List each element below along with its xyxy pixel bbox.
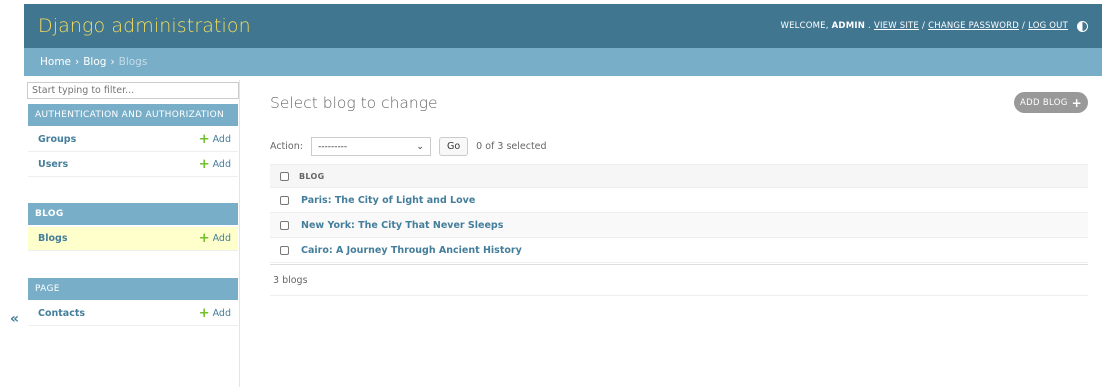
- header-bar: Django administration WELCOME, ADMIN. VI…: [24, 4, 1102, 48]
- page-title: Select blog to change: [270, 94, 438, 112]
- blog-link[interactable]: Cairo: A Journey Through Ancient History: [301, 245, 522, 256]
- table-header: BLOG: [270, 164, 1088, 188]
- collapse-sidebar-icon[interactable]: «: [10, 311, 19, 327]
- sidebar-item-groups[interactable]: Groups + Add: [28, 128, 238, 152]
- log-out-link[interactable]: LOG OUT: [1028, 21, 1068, 31]
- sidebar-item-users[interactable]: Users + Add: [28, 153, 238, 177]
- model-name[interactable]: Blogs: [38, 233, 67, 244]
- action-select[interactable]: --------- ⌄: [310, 137, 431, 156]
- theme-toggle-icon[interactable]: [1077, 20, 1088, 32]
- action-label: Action:: [270, 141, 303, 152]
- blog-link[interactable]: New York: The City That Never Sleeps: [301, 220, 503, 231]
- breadcrumb-home[interactable]: Home: [40, 56, 71, 68]
- go-button[interactable]: Go: [438, 137, 469, 156]
- model-name[interactable]: Contacts: [38, 308, 85, 319]
- model-name[interactable]: Users: [38, 159, 68, 170]
- add-blogs-link[interactable]: + Add: [198, 230, 231, 246]
- plus-icon: +: [198, 230, 210, 246]
- model-name[interactable]: Groups: [38, 134, 76, 145]
- change-password-link[interactable]: CHANGE PASSWORD: [928, 21, 1019, 31]
- blog-link[interactable]: Paris: The City of Light and Love: [301, 195, 475, 206]
- actions-bar: Action: --------- ⌄ Go 0 of 3 selected: [270, 137, 547, 156]
- user-tools: WELCOME, ADMIN. VIEW SITE / CHANGE PASSW…: [780, 20, 1088, 32]
- add-blog-button[interactable]: ADD BLOG +: [1014, 92, 1088, 113]
- breadcrumb: Home › Blog › Blogs: [24, 48, 1102, 76]
- table-row: Paris: The City of Light and Love: [270, 188, 1088, 213]
- paginator: 3 blogs: [270, 264, 1088, 296]
- breadcrumb-blog[interactable]: Blog: [83, 56, 106, 68]
- plus-icon: +: [198, 156, 210, 172]
- add-groups-link[interactable]: + Add: [198, 131, 231, 147]
- breadcrumb-current: Blogs: [118, 56, 148, 68]
- add-contacts-link[interactable]: + Add: [198, 305, 231, 321]
- sidebar-item-blogs[interactable]: Blogs + Add: [28, 227, 238, 251]
- username: ADMIN: [831, 21, 866, 31]
- module-caption-blog[interactable]: BLOG: [28, 203, 238, 225]
- result-list-table: BLOG Paris: The City of Light and Love N…: [270, 164, 1088, 296]
- module-caption-auth[interactable]: AUTHENTICATION AND AUTHORIZATION: [28, 104, 238, 126]
- column-header-blog[interactable]: BLOG: [299, 172, 324, 181]
- chevron-down-icon: ⌄: [416, 141, 424, 152]
- selection-counter: 0 of 3 selected: [476, 141, 547, 152]
- site-title[interactable]: Django administration: [38, 15, 251, 37]
- table-row: Cairo: A Journey Through Ancient History: [270, 238, 1088, 263]
- sidebar-item-contacts[interactable]: Contacts + Add: [28, 302, 238, 326]
- plus-icon: +: [198, 305, 210, 321]
- row-checkbox[interactable]: [280, 195, 289, 205]
- view-site-link[interactable]: VIEW SITE: [874, 21, 919, 31]
- nav-filter-input[interactable]: [27, 82, 239, 99]
- row-checkbox[interactable]: [280, 220, 289, 230]
- welcome-text: WELCOME,: [780, 21, 829, 31]
- plus-icon: +: [198, 131, 210, 147]
- sidebar: AUTHENTICATION AND AUTHORIZATION Groups …: [24, 80, 240, 387]
- select-all-checkbox[interactable]: [280, 171, 289, 181]
- add-users-link[interactable]: + Add: [198, 156, 231, 172]
- row-checkbox[interactable]: [280, 245, 289, 255]
- module-caption-page[interactable]: PAGE: [28, 278, 238, 300]
- plus-icon: +: [1071, 95, 1082, 110]
- table-row: New York: The City That Never Sleeps: [270, 213, 1088, 238]
